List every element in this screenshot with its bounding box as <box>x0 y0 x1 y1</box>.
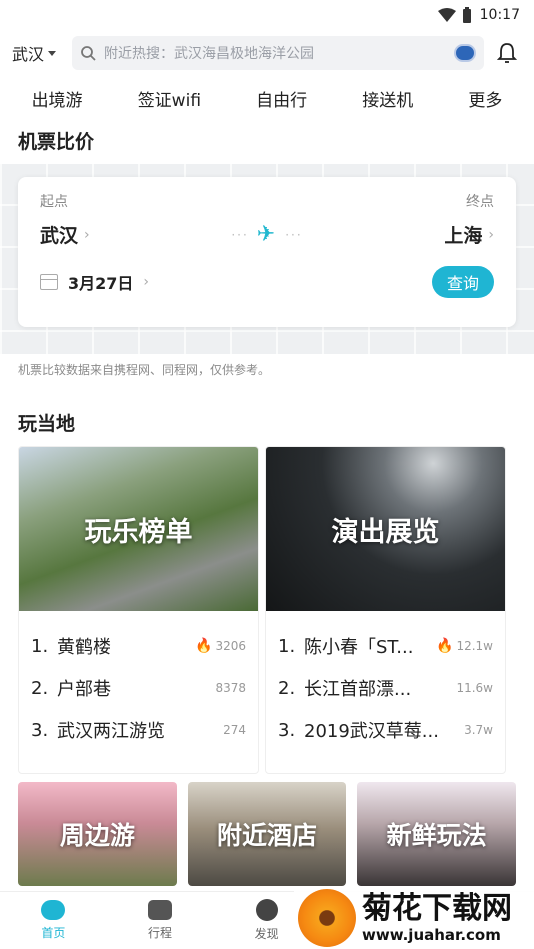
bell-icon <box>497 43 517 63</box>
chevron-right-icon: › <box>488 226 494 243</box>
search-row: 武汉 附近热搜：武汉海昌极地海洋公园 <box>0 30 534 76</box>
tab-itinerary[interactable]: 行程 <box>107 892 214 949</box>
date-value: 3月27日 <box>68 274 134 293</box>
calendar-icon <box>40 274 58 290</box>
rank-count: 12.1w <box>456 639 493 653</box>
airplane-icon: ✈ <box>256 222 278 247</box>
category-card-label: 新鲜玩法 <box>386 821 487 850</box>
rank-count: 8378 <box>215 681 246 695</box>
to-label: 终点 <box>466 194 494 210</box>
watermark: 菊花下载网 www.juahar.com <box>294 887 534 949</box>
ranking-card-image: 玩乐榜单 <box>19 447 258 611</box>
rank-name: 户部巷 <box>57 679 111 700</box>
rank-number: 1. <box>278 635 296 657</box>
list-item[interactable]: 1. 陈小春「ST... 🔥 12.1w <box>278 625 493 667</box>
from-label: 起点 <box>40 194 68 210</box>
rank-number: 2. <box>278 677 296 699</box>
rank-count: 274 <box>223 723 246 737</box>
from-city-button[interactable]: 武汉 › <box>40 221 90 248</box>
category-nav: 出境游 签证wifi 自由行 接送机 更多 <box>0 76 534 120</box>
route-indicator: ··· ✈ ··· <box>231 222 302 247</box>
suitcase-icon <box>148 900 172 920</box>
rank-number: 3. <box>31 719 49 741</box>
tab-label: 行程 <box>148 926 173 940</box>
rank-number: 1. <box>31 635 49 657</box>
caret-down-icon <box>48 50 57 56</box>
battery-icon <box>462 7 471 23</box>
rank-name: 黄鹤楼 <box>57 637 111 658</box>
list-item[interactable]: 2. 长江首部漂... 11.6w <box>278 667 493 709</box>
list-item[interactable]: 1. 黄鹤楼 🔥 3206 <box>31 625 246 667</box>
rank-count: 3206 <box>215 639 246 653</box>
chevron-right-icon: › <box>143 274 150 290</box>
dots-left: ··· <box>231 227 249 242</box>
nav-item-more[interactable]: 更多 <box>468 86 502 111</box>
tab-home[interactable]: 首页 <box>0 892 107 949</box>
tab-label: 发现 <box>254 927 279 941</box>
rank-name: 陈小春「ST... <box>304 637 414 658</box>
category-card-label: 周边游 <box>59 821 135 850</box>
search-icon <box>81 46 96 61</box>
list-item[interactable]: 3. 2019武汉草莓... 3.7w <box>278 709 493 751</box>
category-card-new-activities[interactable]: 新鲜玩法 <box>357 782 517 886</box>
category-card-nearby-hotels[interactable]: 附近酒店 <box>187 782 347 886</box>
watermark-url: www.juahar.com <box>362 926 501 944</box>
dots-right: ··· <box>285 227 303 242</box>
rank-name: 武汉两江游览 <box>57 721 165 742</box>
ranking-card-title: 演出展览 <box>331 516 440 548</box>
nav-item-airport-transfer[interactable]: 接送机 <box>362 86 413 111</box>
rank-count: 11.6w <box>456 681 493 695</box>
play-section-title: 玩当地 <box>18 412 76 435</box>
scan-icon[interactable] <box>454 44 476 62</box>
query-button[interactable]: 查询 <box>432 266 494 298</box>
ranking-card-shows[interactable]: 演出展览 1. 陈小春「ST... 🔥 12.1w 2. 长江首部漂... 11.… <box>265 446 506 774</box>
nav-item-outbound[interactable]: 出境游 <box>32 86 83 111</box>
ranking-cards: 玩乐榜单 1. 黄鹤楼 🔥 3206 2. 户部巷 8378 3. 武汉两江游览 … <box>0 446 534 774</box>
flight-section-title: 机票比价 <box>18 130 95 153</box>
fire-icon: 🔥 <box>195 638 213 654</box>
rank-name: 长江首部漂... <box>304 679 412 700</box>
status-time: 10:17 <box>479 7 520 23</box>
watermark-text: 菊花下载网 <box>362 891 512 926</box>
flower-logo-icon <box>298 889 356 947</box>
rank-number: 3. <box>278 719 296 741</box>
nav-item-free-travel[interactable]: 自由行 <box>256 86 307 111</box>
ranking-card-fun[interactable]: 玩乐榜单 1. 黄鹤楼 🔥 3206 2. 户部巷 8378 3. 武汉两江游览 … <box>18 446 259 774</box>
tab-label: 首页 <box>41 926 66 940</box>
fire-icon: 🔥 <box>436 638 454 654</box>
rank-name: 2019武汉草莓... <box>304 721 439 742</box>
search-placeholder: 附近热搜：武汉海昌极地海洋公园 <box>104 46 314 62</box>
to-city: 上海 <box>444 225 483 247</box>
chevron-right-icon: › <box>84 226 90 243</box>
ranking-card-title: 玩乐榜单 <box>84 516 193 548</box>
date-selector[interactable]: 3月27日 › <box>40 270 149 294</box>
city-selector[interactable]: 武汉 <box>12 41 64 65</box>
planet-icon <box>255 899 278 921</box>
status-bar: 10:17 <box>0 0 534 30</box>
to-city-button[interactable]: 上海 › <box>444 221 494 248</box>
rank-count: 3.7w <box>464 723 493 737</box>
flight-map-background: 起点 终点 武汉 › ··· ✈ ··· 上海 › 3月27日 › 查询 <box>0 164 534 354</box>
city-label: 武汉 <box>12 45 45 64</box>
from-city: 武汉 <box>40 225 79 247</box>
flight-search-card: 起点 终点 武汉 › ··· ✈ ··· 上海 › 3月27日 › 查询 <box>18 177 516 327</box>
flight-data-note: 机票比较数据来自携程网、同程网，仅供参考。 <box>18 362 271 377</box>
search-input[interactable]: 附近热搜：武汉海昌极地海洋公园 <box>72 36 484 70</box>
category-cards: 周边游 附近酒店 新鲜玩法 <box>0 782 534 886</box>
nav-item-visa-wifi[interactable]: 签证wifi <box>138 86 201 111</box>
ranking-card-image: 演出展览 <box>266 447 505 611</box>
list-item[interactable]: 2. 户部巷 8378 <box>31 667 246 709</box>
category-card-nearby-tours[interactable]: 周边游 <box>18 782 177 886</box>
category-card-label: 附近酒店 <box>217 821 318 850</box>
notification-button[interactable] <box>492 42 522 64</box>
rank-number: 2. <box>31 677 49 699</box>
wifi-icon <box>437 8 456 22</box>
home-icon <box>41 900 66 920</box>
list-item[interactable]: 3. 武汉两江游览 274 <box>31 709 246 751</box>
